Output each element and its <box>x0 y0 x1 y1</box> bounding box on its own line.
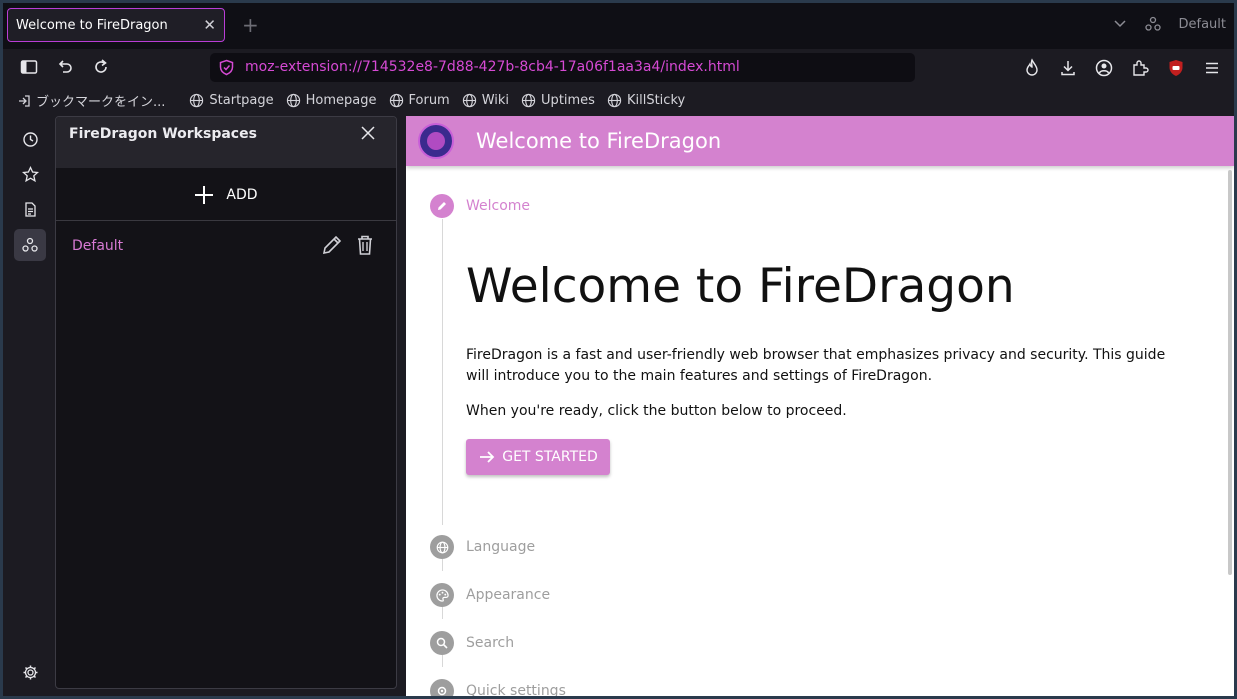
nav-bar-right <box>1022 58 1222 78</box>
bookmarks-star-icon <box>21 165 39 182</box>
workspaces-icon <box>22 237 38 252</box>
globe-icon <box>462 93 476 108</box>
tab-close-icon[interactable]: ✕ <box>203 16 216 34</box>
sidebar-icon-strip <box>3 114 55 696</box>
workspace-profile-label[interactable]: Default <box>1179 17 1227 32</box>
history-clock-icon <box>22 131 38 147</box>
document-icon <box>24 201 36 217</box>
firedragon-flame-icon[interactable] <box>1022 58 1042 78</box>
gear-icon <box>437 686 447 696</box>
downloads-icon[interactable] <box>1058 58 1078 78</box>
step-welcome-label[interactable]: Welcome <box>466 198 530 214</box>
add-workspace-label: ADD <box>226 186 258 203</box>
bookmark-label: KillSticky <box>626 93 686 108</box>
search-icon <box>436 637 448 649</box>
content-scrollbar[interactable] <box>1228 170 1232 575</box>
step-quick-settings-label[interactable]: Quick settings <box>466 683 566 696</box>
nav-bar: moz-extension://714532e8-7d88-427b-8cb4-… <box>3 49 1234 87</box>
import-icon <box>19 94 30 107</box>
tab-bar: Welcome to FireDragon ✕ + Default <box>3 3 1234 49</box>
extension-shield-icon[interactable] <box>218 59 235 76</box>
workspaces-panel-header: FireDragon Workspaces <box>56 117 396 168</box>
edit-pencil-icon <box>438 202 446 210</box>
bookmark-uptimes[interactable]: Uptimes <box>521 93 595 108</box>
bookmarks-button[interactable] <box>14 158 46 190</box>
proceed-paragraph: When you're ready, click the button belo… <box>466 403 847 419</box>
tab-welcome[interactable]: Welcome to FireDragon ✕ <box>7 8 225 42</box>
ublock-origin-icon[interactable] <box>1166 58 1186 78</box>
firedragon-logo <box>418 123 454 159</box>
bookmark-import[interactable]: ブックマークをイン... <box>17 91 165 110</box>
page-content: Welcome to FireDragon Welcome Welcome to… <box>406 116 1234 696</box>
list-all-tabs-icon[interactable] <box>1113 17 1127 31</box>
globe-icon <box>436 541 448 553</box>
step-language-dot[interactable] <box>430 535 454 559</box>
bookmark-forum[interactable]: Forum <box>389 93 450 108</box>
stepper-line <box>442 219 443 525</box>
sidebar-settings-button[interactable] <box>14 656 46 688</box>
history-button[interactable] <box>14 123 46 155</box>
add-workspace-button[interactable]: ADD <box>56 169 396 221</box>
bookmark-label: Wiki <box>481 93 510 108</box>
globe-icon <box>190 93 204 108</box>
sidebar-toggle-icon[interactable] <box>20 58 38 76</box>
welcome-header: Welcome to FireDragon <box>406 116 1234 166</box>
bookmark-label: Forum <box>408 93 450 108</box>
account-icon[interactable] <box>1094 58 1114 78</box>
step-search-label[interactable]: Search <box>466 635 514 651</box>
close-icon[interactable] <box>360 125 376 141</box>
get-started-button[interactable]: GET STARTED <box>466 439 610 475</box>
globe-icon <box>607 93 622 108</box>
header-title: Welcome to FireDragon <box>476 129 722 153</box>
step-appearance-dot[interactable] <box>430 583 454 607</box>
edit-pencil-icon[interactable] <box>321 234 343 256</box>
step-language-label[interactable]: Language <box>466 539 535 555</box>
get-started-label: GET STARTED <box>502 449 598 465</box>
reload-icon[interactable] <box>92 58 110 76</box>
url-bar[interactable]: moz-extension://714532e8-7d88-427b-8cb4-… <box>210 53 915 82</box>
tab-bar-right: Default <box>1113 16 1227 32</box>
bookmark-label: Uptimes <box>541 93 595 108</box>
delete-trash-icon[interactable] <box>355 234 375 256</box>
globe-icon <box>521 93 536 108</box>
palette-icon <box>435 588 449 602</box>
new-tab-icon[interactable]: + <box>242 13 259 37</box>
step-search-dot[interactable] <box>430 631 454 655</box>
intro-paragraph: FireDragon is a fast and user-friendly w… <box>466 347 1166 384</box>
bookmark-startpage[interactable]: Startpage <box>189 93 274 108</box>
bookmark-wiki[interactable]: Wiki <box>462 93 509 108</box>
stepper-line <box>442 655 443 667</box>
step-quick-settings-dot[interactable] <box>430 679 454 696</box>
tab-title: Welcome to FireDragon <box>16 18 168 33</box>
bookmark-label: ブックマークをイン... <box>36 95 166 110</box>
plus-icon <box>195 185 214 204</box>
bookmark-label: Startpage <box>209 93 274 108</box>
workspaces-sidebar-button[interactable] <box>14 229 46 261</box>
bookmarks-toolbar: ブックマークをイン... Startpage Homepage Forum Wi… <box>3 87 1234 114</box>
workspace-item-default[interactable]: Default <box>72 238 123 254</box>
workspaces-panel-title: FireDragon Workspaces <box>69 126 257 142</box>
stepper-line <box>442 607 443 619</box>
url-text[interactable]: moz-extension://714532e8-7d88-427b-8cb4-… <box>245 59 740 75</box>
page-title: Welcome to FireDragon <box>466 259 1015 314</box>
bookmark-homepage[interactable]: Homepage <box>286 93 377 108</box>
globe-icon <box>286 93 300 108</box>
globe-icon <box>389 93 403 108</box>
synced-tabs-button[interactable] <box>14 193 46 225</box>
extensions-puzzle-icon[interactable] <box>1130 58 1150 78</box>
step-appearance-label[interactable]: Appearance <box>466 587 550 603</box>
gear-icon <box>23 665 37 679</box>
menu-hamburger-icon[interactable] <box>1202 58 1222 78</box>
bookmark-label: Homepage <box>305 93 377 108</box>
arrow-right-icon <box>480 451 495 463</box>
workspaces-icon[interactable] <box>1144 16 1161 32</box>
bookmark-killsticky[interactable]: KillSticky <box>607 93 685 108</box>
back-icon[interactable] <box>56 58 74 76</box>
step-welcome-dot[interactable] <box>430 194 454 218</box>
stepper-line <box>442 559 443 571</box>
workspaces-panel: FireDragon Workspaces ADD Default <box>55 116 397 689</box>
